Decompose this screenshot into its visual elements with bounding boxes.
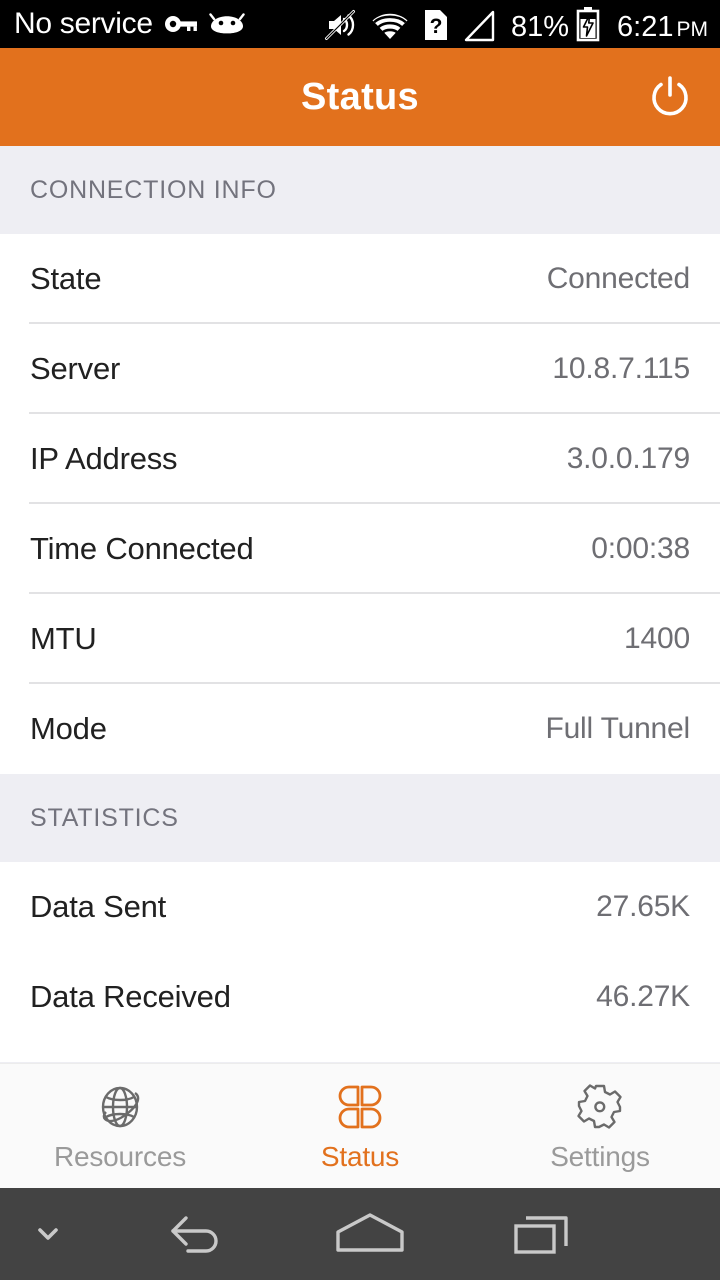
- table-row-ip-address[interactable]: IP Address 3.0.0.179: [0, 414, 720, 504]
- android-status-bar: No service ? 81% 6:21 PM: [0, 0, 720, 48]
- svg-text:?: ?: [430, 15, 443, 38]
- battery-charging-icon: [576, 7, 600, 42]
- status-list: CONNECTION INFO State Connected Server 1…: [0, 146, 720, 1063]
- tab-resources[interactable]: Resources: [0, 1064, 240, 1188]
- power-button[interactable]: [642, 69, 698, 125]
- app-bar: Status: [0, 48, 720, 146]
- table-row-mtu[interactable]: MTU 1400: [0, 594, 720, 684]
- row-value: 27.65K: [596, 890, 690, 923]
- clock-label: 6:21 PM: [617, 13, 708, 42]
- row-value: Full Tunnel: [545, 712, 690, 745]
- table-row-data-received[interactable]: Data Received 46.27K: [0, 952, 720, 1042]
- table-row-time-connected[interactable]: Time Connected 0:00:38: [0, 504, 720, 594]
- clock-time: 6:21: [617, 11, 674, 43]
- row-value: 10.8.7.115: [552, 352, 690, 385]
- recents-icon: [514, 1216, 569, 1254]
- tab-settings[interactable]: Settings: [480, 1064, 720, 1188]
- row-value: Connected: [546, 262, 691, 295]
- table-row-server[interactable]: Server 10.8.7.115: [0, 324, 720, 414]
- list-bottom-padding: [0, 1042, 720, 1062]
- power-icon: [652, 76, 688, 116]
- clover-grid-icon: [334, 1079, 386, 1135]
- phone-screen: No service ? 81% 6:21 PM Status CONNECTI…: [0, 0, 720, 1280]
- tab-label: Resources: [53, 1141, 187, 1172]
- recents-button[interactable]: [498, 1199, 588, 1269]
- android-head-icon: [209, 13, 245, 34]
- signal-empty-icon: [464, 10, 495, 42]
- tab-label: Settings: [550, 1141, 650, 1172]
- section-header-statistics: STATISTICS: [0, 774, 720, 862]
- android-navigation-bar: [0, 1188, 720, 1280]
- wifi-icon: [372, 13, 408, 39]
- row-label: Time Connected: [30, 531, 254, 566]
- row-label: IP Address: [30, 441, 178, 476]
- bottom-tab-bar: Resources Status Settings: [0, 1063, 720, 1188]
- row-label: Data Received: [30, 979, 231, 1014]
- table-row-mode[interactable]: Mode Full Tunnel: [0, 684, 720, 774]
- battery-percent-label: 81%: [511, 11, 570, 43]
- gear-icon: [574, 1079, 626, 1135]
- volume-muted-icon: [325, 10, 355, 40]
- row-value: 1400: [624, 622, 690, 655]
- row-label: Mode: [30, 711, 107, 746]
- nav-button-group: [0, 1199, 720, 1269]
- row-value: 46.27K: [596, 980, 690, 1013]
- tab-label: Status: [320, 1141, 400, 1172]
- table-row-state[interactable]: State Connected: [0, 234, 720, 324]
- back-button[interactable]: [152, 1199, 242, 1269]
- table-row-data-sent[interactable]: Data Sent 27.65K: [0, 862, 720, 952]
- section-title: CONNECTION INFO: [30, 175, 277, 204]
- row-value: 3.0.0.179: [566, 442, 691, 475]
- vpn-key-icon: [164, 16, 197, 32]
- home-button[interactable]: [325, 1199, 415, 1269]
- status-bar-right-icons: ? 81% 6:21 PM: [323, 6, 708, 42]
- back-icon: [170, 1216, 218, 1253]
- row-value: 0:00:38: [591, 532, 690, 565]
- globe-icon: [94, 1079, 146, 1135]
- sim-missing-icon: ?: [425, 10, 447, 40]
- section-title: STATISTICS: [30, 803, 179, 832]
- chevron-down-icon[interactable]: [22, 1208, 74, 1260]
- row-label: Data Sent: [30, 889, 167, 924]
- section-header-connection-info: CONNECTION INFO: [0, 146, 720, 234]
- tab-status[interactable]: Status: [240, 1064, 480, 1188]
- clock-ampm: PM: [676, 18, 709, 41]
- status-bar-left-icons: [164, 12, 245, 36]
- carrier-label: No service: [14, 7, 153, 40]
- row-label: State: [30, 261, 102, 296]
- home-icon: [336, 1213, 404, 1252]
- page-title: Status: [301, 75, 419, 118]
- row-label: Server: [30, 351, 121, 386]
- row-label: MTU: [30, 621, 97, 656]
